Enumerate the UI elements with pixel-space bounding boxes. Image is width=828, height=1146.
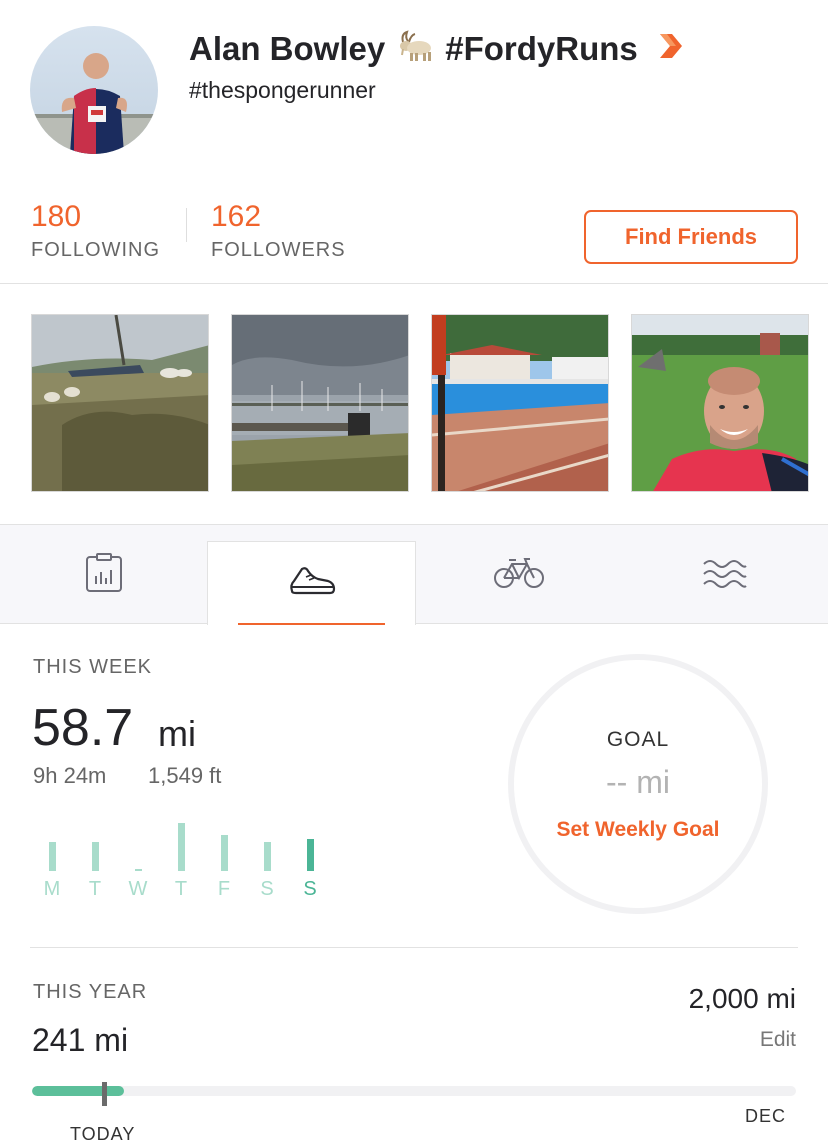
- year-distance: 241 mi: [32, 1022, 129, 1058]
- goal-value: -- mi: [606, 764, 670, 800]
- year-progress-track: [32, 1086, 796, 1096]
- day-label: F: [217, 878, 231, 900]
- photo-thumbnail-1[interactable]: [31, 314, 209, 492]
- day-bar: [307, 839, 314, 871]
- followers-label[interactable]: FOLLOWERS: [211, 239, 346, 262]
- followers-count[interactable]: 162: [211, 200, 261, 234]
- photo-thumbnail-3[interactable]: [431, 314, 609, 492]
- this-week-label: THIS WEEK: [33, 656, 153, 678]
- day-label: S: [303, 878, 317, 900]
- photo-thumbnail-4[interactable]: [631, 314, 809, 492]
- year-goal-edit-link[interactable]: Edit: [760, 1028, 796, 1052]
- profile-name: Alan Bowley: [189, 30, 386, 67]
- divider: [30, 947, 798, 948]
- set-weekly-goal-link[interactable]: Set Weekly Goal: [508, 818, 768, 842]
- profile-handle: #thespongerunner: [189, 77, 376, 103]
- following-label[interactable]: FOLLOWING: [31, 239, 160, 262]
- week-elevation: 1,549 ft: [148, 763, 222, 788]
- week-distance-unit: mi: [158, 713, 196, 754]
- stats-divider: [186, 208, 187, 242]
- tab-swim[interactable]: [622, 525, 828, 625]
- swimming-waves-icon: [702, 556, 748, 595]
- day-label: W: [128, 878, 148, 900]
- day-bar: [49, 842, 56, 871]
- tab-activity-log[interactable]: [0, 525, 207, 625]
- year-end-label: DEC: [744, 1106, 786, 1126]
- week-distance: 58.7: [32, 699, 134, 757]
- following-count[interactable]: 180: [31, 200, 81, 234]
- orange-chevron-icon: [658, 30, 684, 68]
- today-marker: [102, 1082, 107, 1106]
- sport-tabs: [0, 524, 828, 625]
- find-friends-button[interactable]: Find Friends: [584, 210, 798, 264]
- this-year-label: THIS YEAR: [33, 981, 148, 1003]
- tab-run[interactable]: [207, 541, 416, 625]
- day-bar: [92, 842, 99, 871]
- profile-name-line: Alan Bowley #FordyRuns: [189, 28, 684, 70]
- profile-avatar[interactable]: [30, 26, 158, 154]
- day-bar: [221, 835, 228, 871]
- day-label: T: [174, 878, 188, 900]
- week-time: 9h 24m: [33, 763, 107, 788]
- profile-name-tag: #FordyRuns: [445, 30, 638, 67]
- today-label: TODAY: [70, 1124, 136, 1144]
- day-label: M: [43, 878, 61, 900]
- running-shoe-icon: [288, 563, 336, 604]
- day-bar: [178, 823, 185, 871]
- tab-ride[interactable]: [416, 525, 622, 625]
- day-label: T: [88, 878, 102, 900]
- goal-title: GOAL: [606, 728, 670, 751]
- day-bar: [264, 842, 271, 871]
- day-bar: [135, 869, 142, 871]
- photo-thumbnail-2[interactable]: [231, 314, 409, 492]
- year-goal-value: 2,000 mi: [688, 983, 796, 1014]
- day-label: S: [260, 878, 274, 900]
- active-tab-underline: [238, 623, 385, 625]
- activity-log-icon: [84, 552, 124, 599]
- divider: [0, 283, 828, 284]
- bicycle-icon: [493, 556, 545, 595]
- goat-icon: [397, 28, 435, 70]
- year-progress-fill: [32, 1086, 124, 1096]
